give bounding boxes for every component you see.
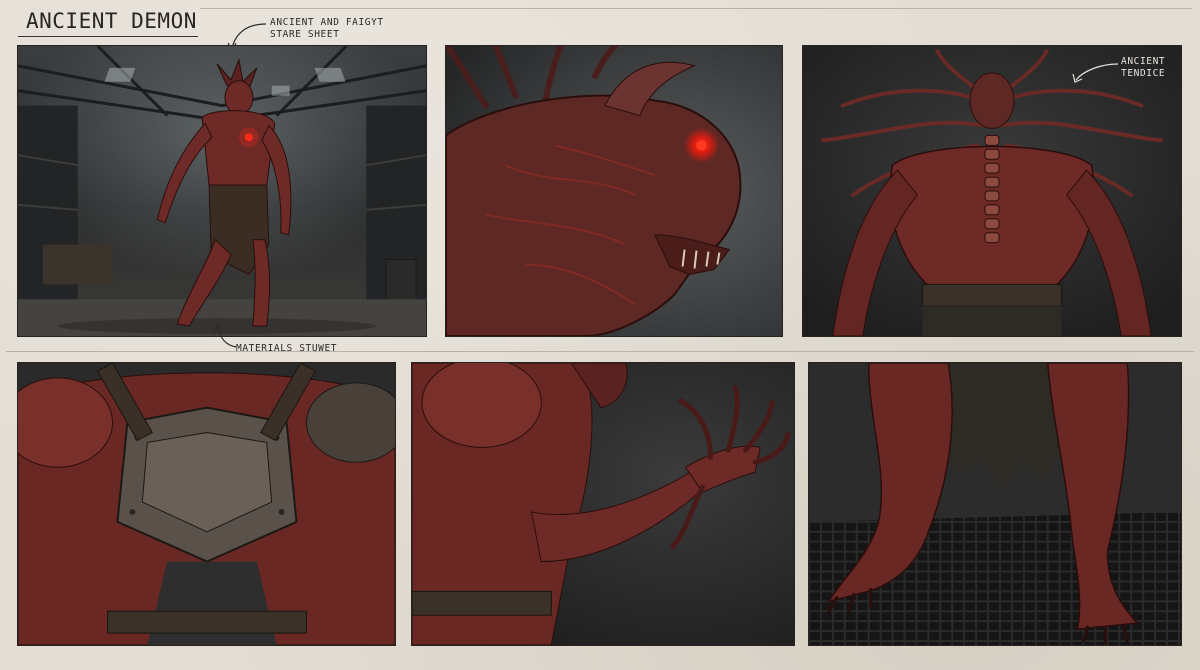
panel3-annotation: ANCIENT TENDICE	[1121, 56, 1165, 80]
panel3-annotation-line1: ANCIENT	[1121, 56, 1166, 67]
row-divider	[6, 351, 1194, 352]
panel-back-view	[802, 45, 1182, 337]
panel3-annotation-arrow-icon	[1072, 63, 1119, 83]
claw-arm-illustration	[412, 363, 794, 645]
top-divider	[200, 8, 1192, 9]
top-annotation-line1: ANCIENT AND FAIGYT	[270, 17, 384, 28]
title-underline	[18, 36, 198, 37]
back-view-illustration	[803, 46, 1181, 336]
panel3-annotation-line2: TENDICE	[1121, 68, 1166, 79]
panel-legs-feet	[808, 362, 1182, 646]
panel-claw-arm	[411, 362, 795, 646]
panel1-caption: MATERIALS STUWET	[236, 343, 338, 354]
torso-armor-illustration	[18, 363, 395, 645]
legs-feet-illustration	[809, 363, 1181, 645]
top-annotation: ANCIENT AND FAIGYT STARE SHEET	[270, 17, 384, 41]
top-annotation-line2: STARE SHEET	[270, 29, 340, 40]
panel-torso-armor	[17, 362, 396, 646]
panel1-caption-arrow-icon	[213, 323, 237, 348]
concept-sheet: ANCIENT DEMON ANCIENT AND FAIGYT STARE S…	[0, 0, 1200, 670]
sheet-title: ANCIENT DEMON	[26, 9, 197, 33]
panel-full-body-warehouse	[17, 45, 427, 337]
panel-head-closeup	[445, 45, 783, 337]
head-closeup-illustration	[446, 46, 782, 336]
full-body-illustration	[18, 46, 426, 336]
